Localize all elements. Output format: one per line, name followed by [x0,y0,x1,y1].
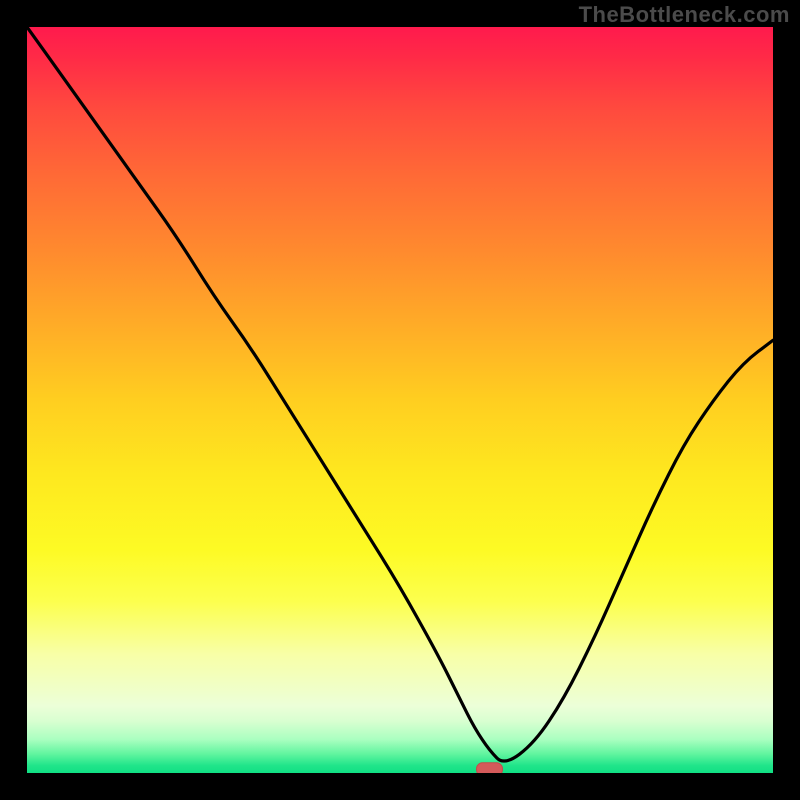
optimum-marker [477,763,503,773]
chart-svg [27,27,773,773]
watermark-text: TheBottleneck.com [579,2,790,28]
chart-frame: TheBottleneck.com [0,0,800,800]
plot-area [27,27,773,773]
gradient-background [27,27,773,773]
